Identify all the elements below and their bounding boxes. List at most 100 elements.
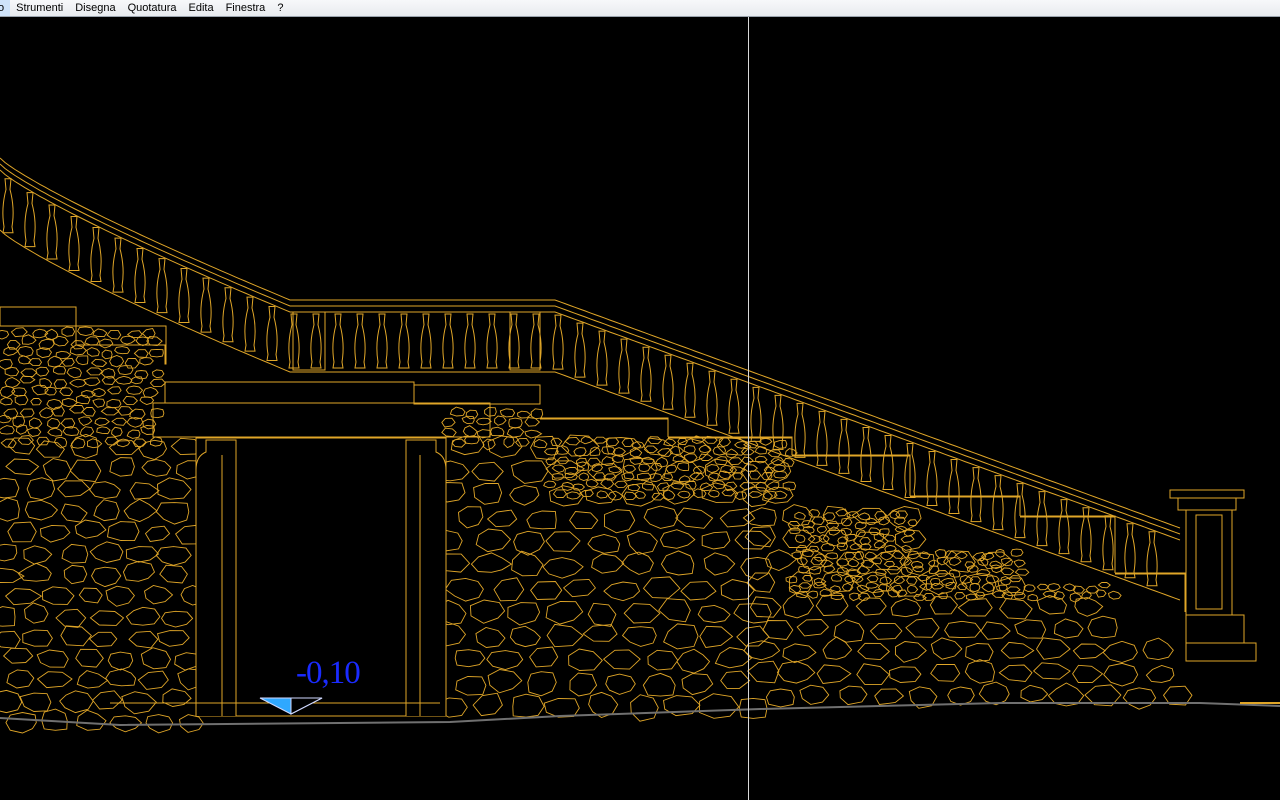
masonry-stone bbox=[1013, 592, 1026, 600]
masonry-stone bbox=[137, 670, 169, 690]
masonry-stone bbox=[138, 439, 168, 460]
masonry-stone bbox=[890, 598, 921, 618]
masonry-stone bbox=[642, 480, 655, 491]
menu-strumenti[interactable]: Strumenti bbox=[10, 0, 69, 16]
menu-file[interactable]: o bbox=[0, 0, 11, 16]
masonry-stone bbox=[1000, 641, 1035, 659]
baluster bbox=[464, 313, 476, 369]
masonry-stone bbox=[830, 574, 843, 582]
masonry-stone bbox=[1036, 583, 1050, 591]
masonry-stone bbox=[930, 582, 945, 590]
baluster bbox=[1058, 499, 1070, 555]
masonry-stone bbox=[10, 327, 28, 338]
masonry-stone bbox=[52, 335, 69, 347]
masonry-stone bbox=[720, 670, 751, 689]
door-jamb-right bbox=[405, 439, 447, 716]
menu-edita[interactable]: Edita bbox=[182, 0, 219, 16]
menu-help[interactable]: ? bbox=[271, 0, 289, 16]
stair-block bbox=[0, 306, 77, 327]
masonry-stone bbox=[1020, 684, 1049, 703]
masonry-stone bbox=[93, 499, 120, 522]
masonry-stone bbox=[944, 620, 982, 639]
masonry-stone bbox=[159, 564, 188, 584]
masonry-stone bbox=[84, 336, 100, 346]
baluster bbox=[288, 313, 300, 369]
masonry-stone bbox=[7, 437, 36, 455]
masonry-stone bbox=[109, 457, 135, 477]
masonry-stone bbox=[542, 557, 584, 579]
masonry-stone bbox=[776, 660, 816, 684]
masonry-stone bbox=[836, 558, 849, 567]
masonry-stone bbox=[88, 631, 118, 647]
masonry-stone bbox=[643, 505, 679, 529]
menu-quotatura[interactable]: Quotatura bbox=[122, 0, 183, 16]
baluster bbox=[816, 410, 828, 466]
masonry-stone bbox=[160, 610, 194, 628]
masonry-stone bbox=[556, 445, 570, 455]
masonry-stone bbox=[0, 477, 20, 499]
baluster bbox=[838, 418, 850, 474]
masonry-stone bbox=[822, 636, 853, 660]
masonry-stone bbox=[59, 387, 74, 397]
masonry-stone bbox=[57, 480, 91, 498]
masonry-stone bbox=[930, 637, 963, 660]
masonry-stone bbox=[475, 417, 492, 426]
masonry-stone bbox=[676, 462, 690, 471]
baluster bbox=[970, 467, 982, 523]
masonry-stone bbox=[529, 646, 559, 668]
masonry-stone bbox=[978, 681, 1010, 706]
masonry-stone bbox=[828, 526, 841, 536]
masonry-stone bbox=[650, 473, 663, 482]
masonry-stone bbox=[872, 588, 885, 598]
masonry-stone bbox=[603, 581, 641, 602]
masonry-stone bbox=[699, 625, 734, 648]
masonry-stone bbox=[530, 581, 563, 600]
masonry-stone bbox=[733, 603, 772, 624]
masonry-stone bbox=[4, 588, 43, 606]
masonry-stone bbox=[703, 552, 736, 576]
masonry-stone bbox=[530, 408, 544, 420]
masonry-stone bbox=[527, 671, 557, 697]
masonry-stone bbox=[948, 556, 962, 566]
masonry-stone bbox=[0, 630, 21, 649]
masonry-stone bbox=[111, 417, 128, 426]
masonry-stone bbox=[894, 641, 927, 663]
menu-finestra[interactable]: Finestra bbox=[220, 0, 272, 16]
baluster bbox=[112, 237, 124, 293]
masonry-stone bbox=[24, 602, 49, 624]
baluster bbox=[354, 313, 366, 369]
drawing-canvas[interactable]: -0,10 bbox=[0, 17, 1280, 800]
masonry-stone bbox=[5, 712, 37, 734]
baluster bbox=[750, 386, 762, 442]
masonry-stone bbox=[1000, 567, 1015, 576]
masonry-stone bbox=[681, 673, 714, 696]
post-cap-mould bbox=[1177, 497, 1237, 511]
cad-drawing bbox=[0, 157, 1280, 734]
masonry-stone bbox=[658, 598, 691, 623]
masonry-stone bbox=[835, 508, 848, 517]
masonry-stone bbox=[981, 582, 995, 593]
masonry-stone bbox=[17, 562, 52, 582]
masonry-stone bbox=[91, 690, 123, 710]
handrail-bottom bbox=[0, 169, 1181, 541]
masonry-stone bbox=[111, 426, 123, 438]
masonry-stone bbox=[114, 375, 133, 385]
masonry-stone bbox=[623, 464, 637, 473]
masonry-stone bbox=[490, 426, 505, 437]
masonry-stone bbox=[6, 669, 35, 689]
masonry-stone bbox=[622, 457, 658, 481]
masonry-stone bbox=[472, 692, 503, 717]
masonry-stone bbox=[124, 358, 140, 369]
masonry-stone bbox=[820, 542, 836, 552]
masonry-stone bbox=[662, 489, 676, 501]
masonry-stone bbox=[0, 425, 15, 435]
masonry-stone bbox=[47, 417, 61, 429]
masonry-stone bbox=[866, 575, 879, 583]
menu-disegna[interactable]: Disegna bbox=[69, 0, 121, 16]
masonry-stone bbox=[125, 546, 160, 563]
masonry-stone bbox=[551, 464, 566, 473]
masonry-stone bbox=[796, 619, 830, 637]
masonry-stone bbox=[1046, 583, 1061, 592]
masonry-stone bbox=[493, 577, 525, 602]
masonry-stone bbox=[698, 453, 714, 461]
